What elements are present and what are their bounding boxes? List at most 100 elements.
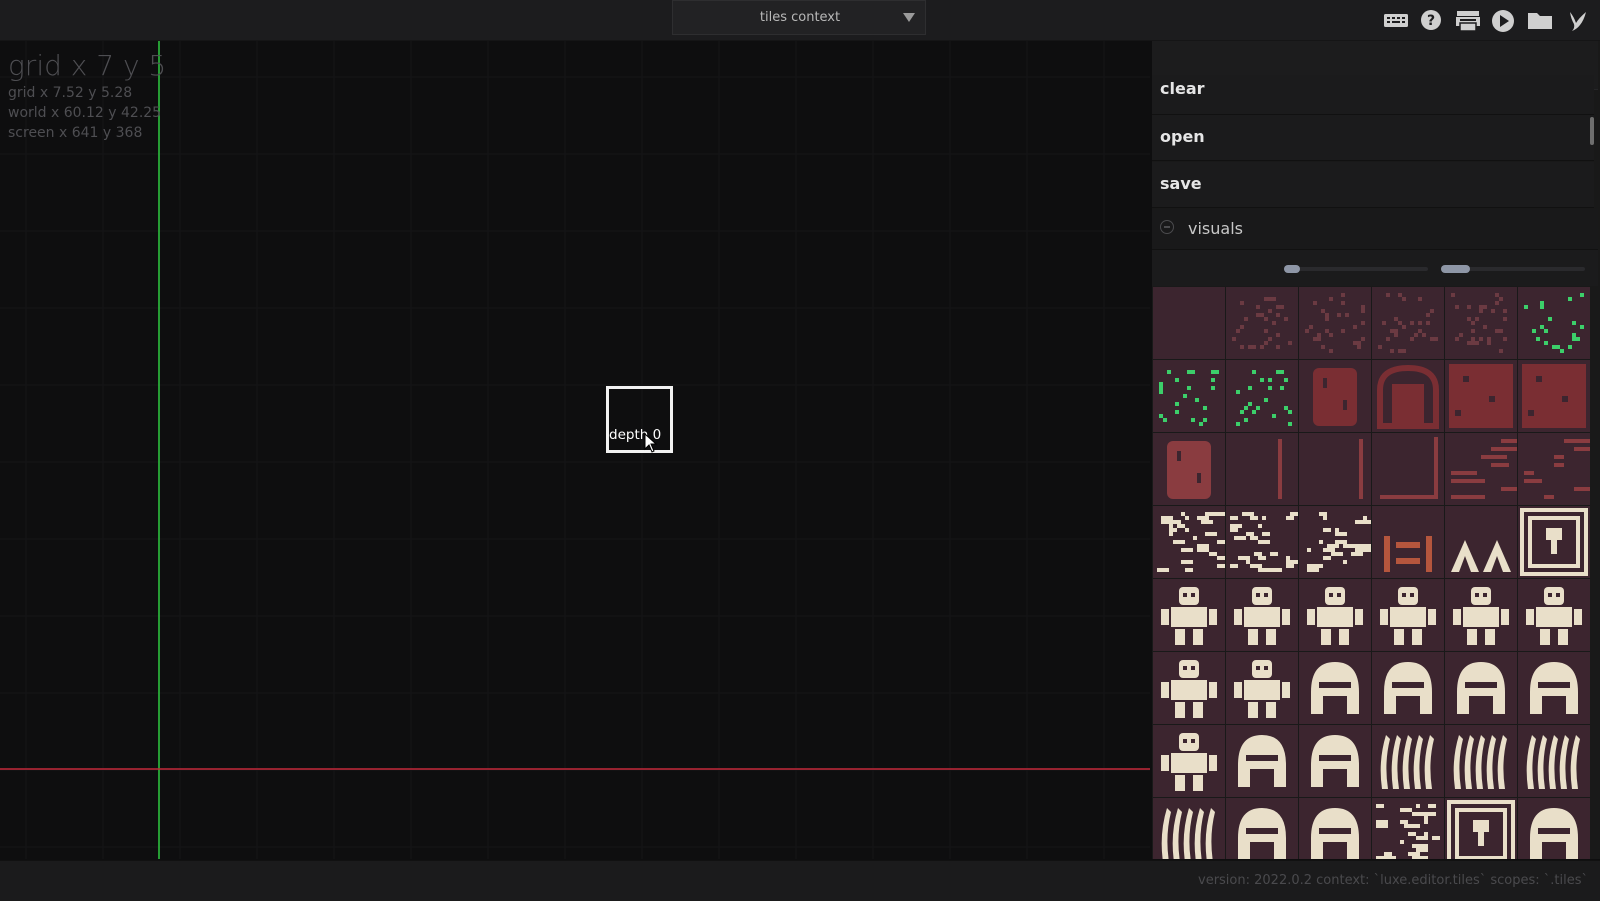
printer-icon[interactable] (1455, 9, 1480, 32)
tile-swatch[interactable] (1372, 506, 1444, 578)
tile-helmet-icon (1238, 735, 1286, 787)
tile-glyph-icon (1376, 804, 1440, 859)
tile-swatch[interactable] (1372, 433, 1444, 505)
tile-swatch[interactable] (1518, 360, 1590, 432)
tile-figure-icon (1161, 587, 1217, 645)
luxe-logo-icon[interactable] (1566, 9, 1590, 31)
tile-spacing-slider[interactable] (1441, 265, 1585, 273)
clear-label: clear (1160, 79, 1205, 98)
tile-swatch[interactable] (1445, 433, 1517, 505)
save-button[interactable]: save (1152, 162, 1594, 208)
tile-swatch[interactable] (1518, 506, 1590, 578)
tile-swatch[interactable] (1226, 725, 1298, 797)
tile-helmet-icon (1238, 808, 1286, 859)
tile-grass-icon (1159, 370, 1219, 426)
tile-swatch[interactable] (1299, 725, 1371, 797)
tile-block-icon (1522, 364, 1586, 428)
tile-speckle-icon (1451, 293, 1507, 353)
tile-swatch[interactable] (1299, 798, 1371, 859)
tile-figure-icon (1307, 587, 1363, 645)
tile-maze-icon (1451, 439, 1517, 499)
help-icon[interactable]: ? (1419, 9, 1443, 31)
visuals-section-header[interactable]: visuals (1152, 209, 1598, 250)
tile-claw-icon (1161, 808, 1215, 859)
tile-swatch[interactable] (1226, 433, 1298, 505)
tile-glyph-icon (1230, 512, 1298, 572)
folder-icon[interactable] (1527, 9, 1552, 31)
tile-line-icon (1359, 439, 1363, 499)
tile-glyph-icon (1307, 512, 1371, 572)
slider-handle[interactable] (1284, 265, 1300, 273)
tile-swatch[interactable] (1153, 798, 1225, 859)
tile-swatch[interactable] (1372, 725, 1444, 797)
tile-door-icon (1313, 368, 1357, 426)
tile-swatch[interactable] (1153, 433, 1225, 505)
tile-figure-icon (1161, 733, 1217, 791)
clear-button[interactable]: clear (1152, 75, 1594, 115)
tile-swatch[interactable] (1226, 360, 1298, 432)
collapse-icon[interactable] (1160, 220, 1174, 234)
tile-claw-icon (1453, 735, 1507, 789)
tile-viewport[interactable]: grid x 7 y 5 grid x 7.52 y 5.28 world x … (0, 41, 1150, 859)
tile-claw-icon (1526, 735, 1580, 789)
tile-cursor: depth 0 (606, 386, 673, 453)
panel-scrollbar[interactable] (1590, 117, 1594, 145)
tile-swatch[interactable] (1226, 579, 1298, 651)
tile-swatch[interactable] (1153, 579, 1225, 651)
tile-helmet-icon (1530, 662, 1578, 714)
tile-swatch[interactable] (1153, 360, 1225, 432)
tile-maze-icon (1524, 439, 1590, 499)
tile-swatch[interactable] (1445, 725, 1517, 797)
tile-figure-icon (1234, 587, 1290, 645)
coordinate-readout: grid x 7 y 5 grid x 7.52 y 5.28 world x … (8, 49, 166, 143)
grid-lines (0, 41, 1150, 859)
tile-swatch[interactable] (1372, 652, 1444, 724)
tile-swatch[interactable] (1445, 798, 1517, 859)
world-coordinate: world x 60.12 y 42.25 (8, 105, 162, 121)
tile-swatch[interactable] (1153, 506, 1225, 578)
tile-swatch[interactable] (1518, 433, 1590, 505)
tile-swatch[interactable] (1518, 725, 1590, 797)
tile-swatch[interactable] (1299, 360, 1371, 432)
tile-swatch[interactable] (1153, 652, 1225, 724)
tile-swatch[interactable] (1518, 287, 1590, 359)
tile-figure-icon (1526, 587, 1582, 645)
context-dropdown[interactable]: tiles context (672, 0, 926, 35)
tile-swatch[interactable] (1226, 652, 1298, 724)
tile-swatch[interactable] (1445, 506, 1517, 578)
tile-swatch[interactable] (1226, 506, 1298, 578)
tile-swatch[interactable] (1518, 579, 1590, 651)
tile-swatch[interactable] (1445, 287, 1517, 359)
tile-swatch[interactable] (1372, 579, 1444, 651)
play-icon[interactable] (1491, 9, 1515, 32)
tile-size-slider[interactable] (1284, 265, 1428, 273)
svg-text:?: ? (1427, 13, 1435, 29)
tile-figure-icon (1161, 660, 1217, 718)
slider-handle[interactable] (1441, 265, 1470, 273)
tile-swatch[interactable] (1299, 652, 1371, 724)
tile-swatch[interactable] (1445, 579, 1517, 651)
tile-swatch[interactable] (1518, 652, 1590, 724)
tile-swatch[interactable] (1299, 579, 1371, 651)
tile-swatch[interactable] (1445, 652, 1517, 724)
open-button[interactable]: open (1152, 115, 1594, 161)
grid-coordinate: grid x 7.52 y 5.28 (8, 85, 133, 101)
tile-swatch[interactable] (1372, 287, 1444, 359)
tile-swatch[interactable] (1226, 798, 1298, 859)
tile-swatch[interactable] (1299, 433, 1371, 505)
tile-swatch[interactable] (1226, 287, 1298, 359)
tile-swatch[interactable] (1153, 725, 1225, 797)
tile-swatch[interactable] (1518, 798, 1590, 859)
tiles-side-panel: clear open save visuals (1152, 41, 1600, 859)
keyboard-icon[interactable] (1383, 9, 1408, 31)
tile-swatch[interactable] (1372, 360, 1444, 432)
tile-swatch[interactable] (1153, 287, 1225, 359)
tile-figure-icon (1453, 587, 1509, 645)
visuals-label: visuals (1188, 219, 1243, 238)
tile-swatch[interactable] (1299, 287, 1371, 359)
tile-swatch[interactable] (1372, 798, 1444, 859)
context-dropdown-value: tiles context (759, 10, 841, 25)
tile-swatch[interactable] (1299, 506, 1371, 578)
tile-swatch[interactable] (1445, 360, 1517, 432)
tile-figure-icon (1380, 587, 1436, 645)
